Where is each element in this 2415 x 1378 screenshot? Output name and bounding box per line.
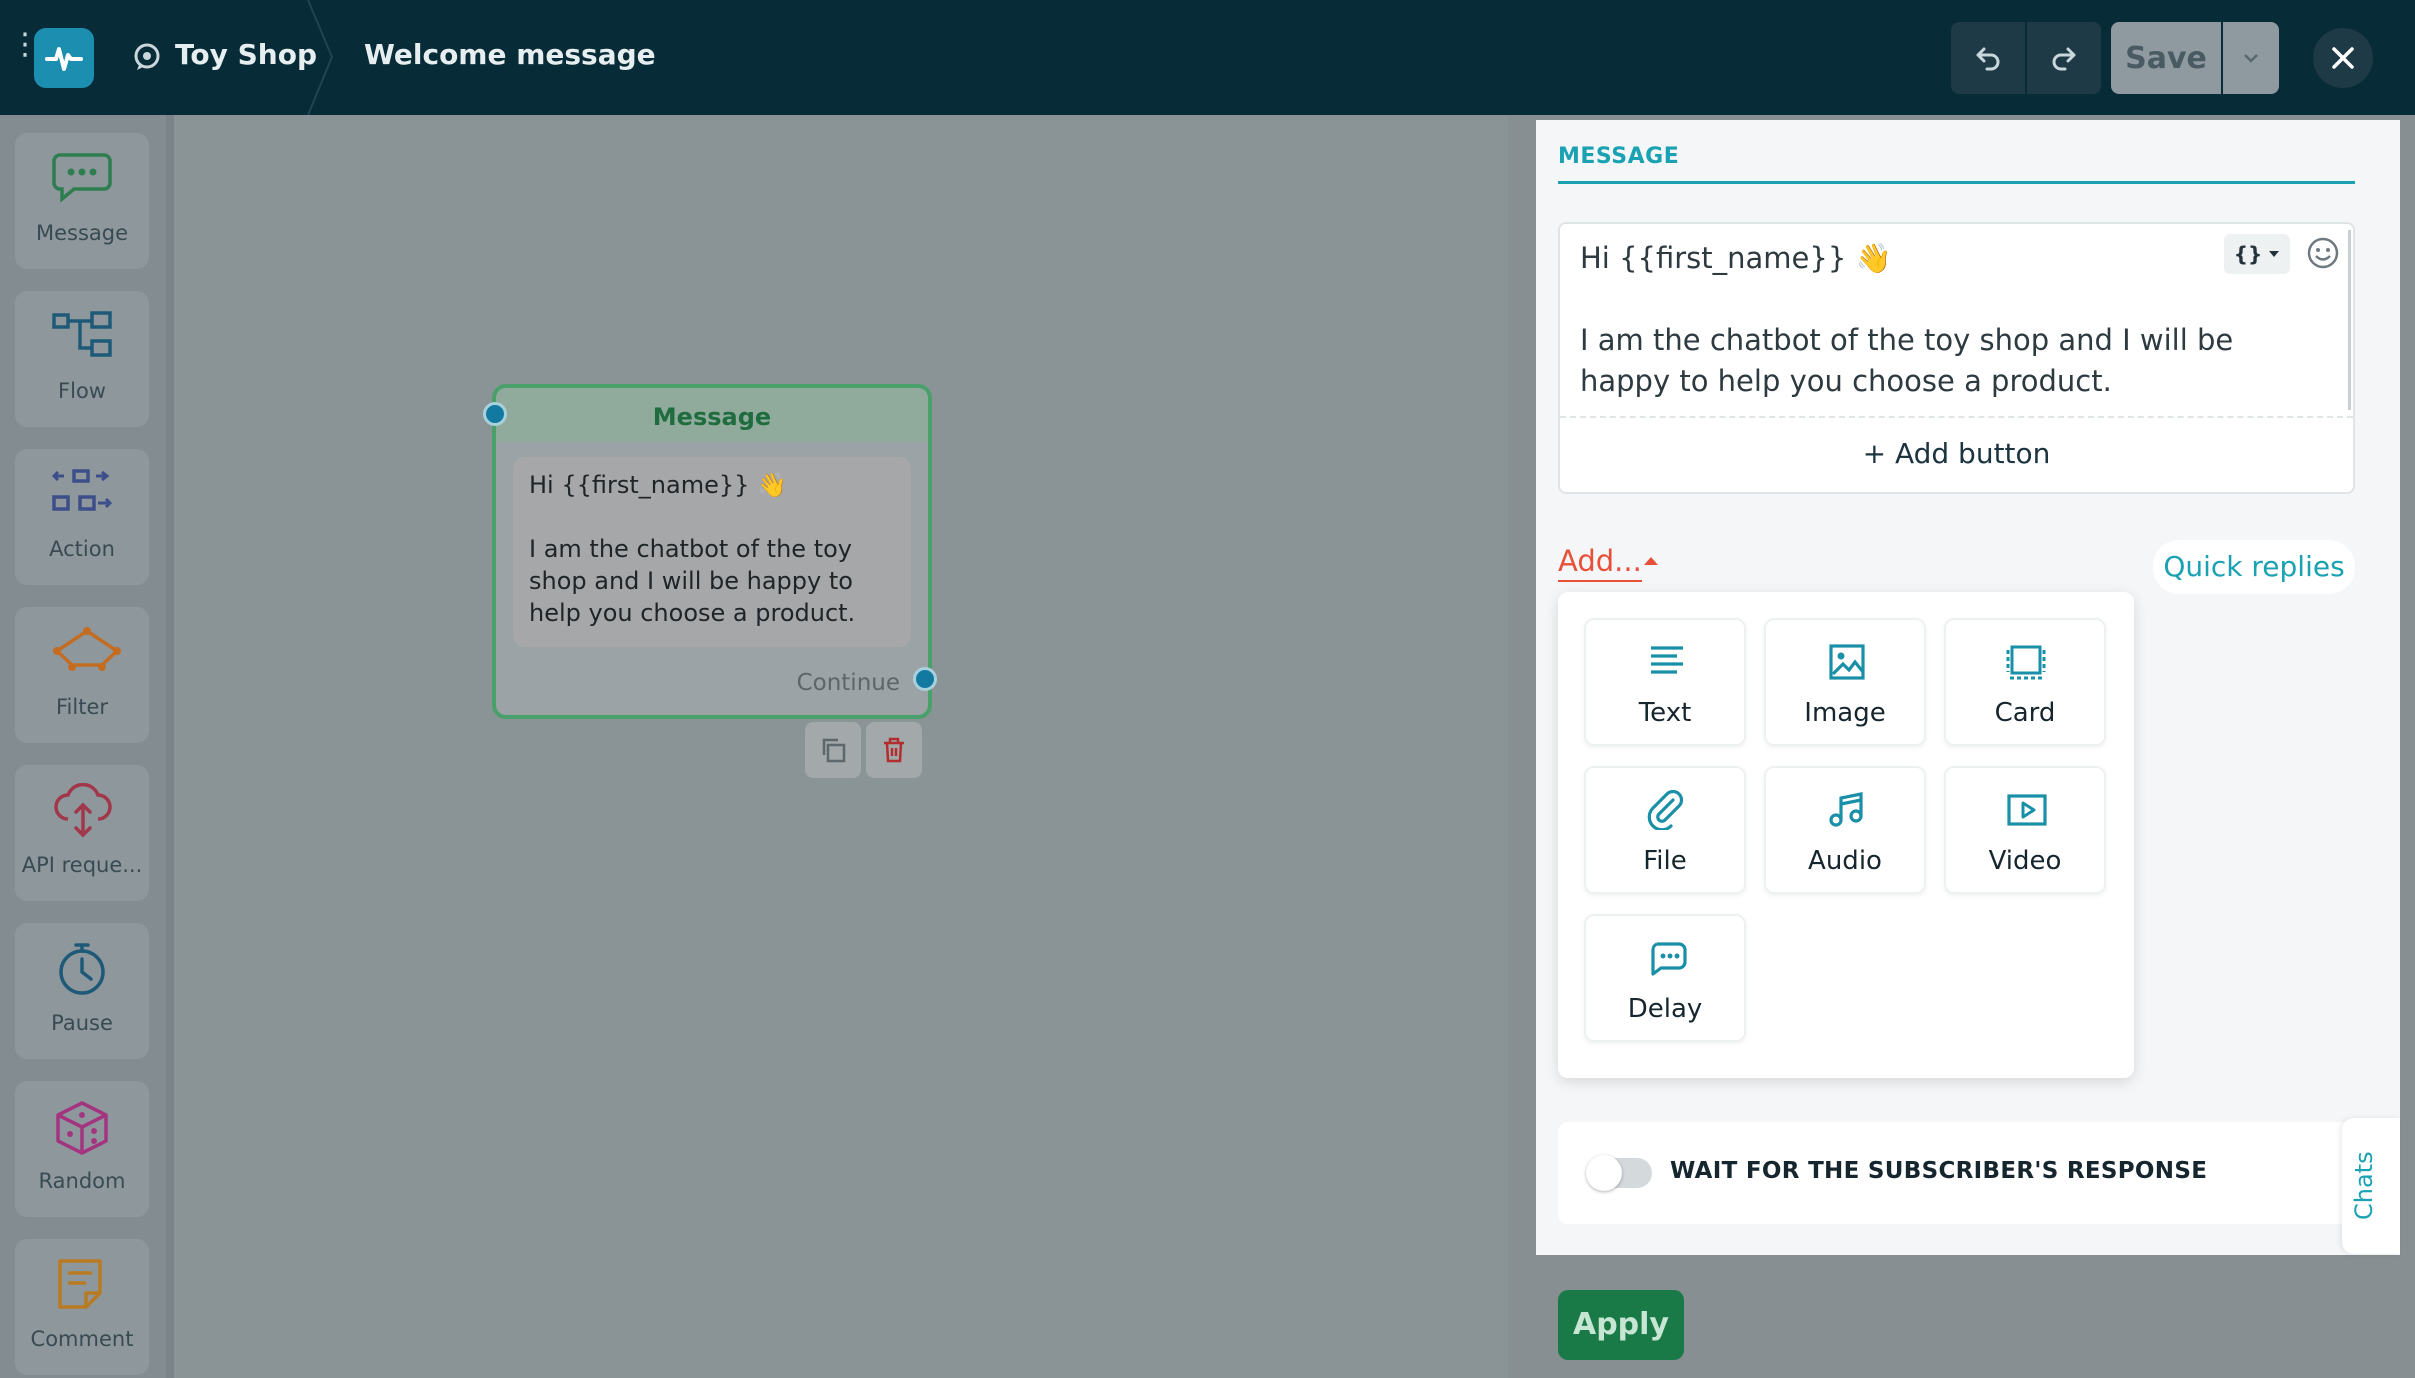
tool-pause[interactable]: Pause	[15, 923, 149, 1059]
message-node[interactable]: Message Hi {{first_name}} 👋 I am the cha…	[492, 384, 932, 719]
tool-filter[interactable]: Filter	[15, 607, 149, 743]
option-label: Audio	[1808, 846, 1882, 876]
dice-icon	[56, 1101, 108, 1155]
message-bubble-icon	[52, 153, 112, 203]
copy-icon	[822, 738, 846, 763]
message-editor: Hi {{first_name}} 👋 I am the chatbot of …	[1558, 222, 2355, 494]
option-label: File	[1643, 846, 1687, 876]
filter-icon	[53, 627, 121, 671]
option-label: Text	[1638, 698, 1692, 728]
add-image-option[interactable]: Image	[1764, 618, 1926, 746]
video-play-icon	[2007, 794, 2047, 826]
more-vertical-icon[interactable]: ⋮	[10, 30, 40, 74]
emoji-icon[interactable]	[2306, 236, 2340, 270]
add-file-option[interactable]: File	[1584, 766, 1746, 894]
trash-icon	[884, 737, 904, 763]
add-card-option[interactable]: Card	[1944, 618, 2106, 746]
action-icon	[52, 469, 113, 511]
duplicate-node-button[interactable]	[805, 722, 861, 778]
wait-response-toggle[interactable]	[1586, 1155, 1652, 1191]
tool-action[interactable]: Action	[15, 449, 149, 585]
tool-label: Message	[35, 221, 129, 245]
tool-label: Random	[38, 1169, 126, 1193]
chevron-down-icon	[2244, 54, 2258, 63]
option-label: Delay	[1627, 994, 1703, 1024]
node-message-text: Hi {{first_name}} 👋 I am the chatbot of …	[513, 457, 911, 647]
tool-message[interactable]: Message	[15, 133, 149, 269]
message-scrollbar[interactable]	[2348, 230, 2351, 410]
option-label: Card	[1994, 698, 2056, 728]
apply-button[interactable]: Apply	[1558, 1290, 1684, 1360]
tool-random[interactable]: Random	[15, 1081, 149, 1217]
option-label: Video	[1988, 846, 2062, 876]
wait-response-label: WAIT FOR THE SUBSCRIBER'S RESPONSE	[1670, 1158, 2208, 1184]
pulse-logo-icon	[45, 47, 83, 71]
typing-bubble-icon	[1651, 942, 1687, 976]
quick-replies-button[interactable]: Quick replies	[2153, 540, 2355, 594]
toggle-knob	[1586, 1155, 1622, 1191]
undo-icon	[1976, 47, 2000, 71]
caret-down-icon	[2269, 251, 2280, 257]
section-underline	[1558, 181, 2355, 184]
redo-icon	[2052, 47, 2076, 71]
message-text-field[interactable]: Hi {{first_name}} 👋 I am the chatbot of …	[1580, 238, 2260, 402]
insert-variable-button[interactable]: {}	[2224, 234, 2290, 274]
text-lines-icon	[1651, 646, 1683, 674]
tool-label: API reque...	[21, 853, 143, 877]
variable-braces-icon: {}	[2233, 242, 2263, 266]
option-label: Image	[1804, 698, 1886, 728]
redo-button[interactable]	[2027, 22, 2101, 94]
section-title: MESSAGE	[1558, 144, 1680, 169]
breadcrumb-flow-name[interactable]: Welcome message	[364, 38, 656, 71]
card-icon	[2006, 645, 2046, 680]
tool-label: Comment	[30, 1327, 134, 1351]
image-icon	[1829, 644, 1865, 680]
music-note-icon	[1829, 792, 1863, 827]
stopwatch-icon	[59, 943, 105, 995]
sidebar-divider	[166, 115, 174, 1378]
tool-label: Filter	[55, 695, 108, 719]
tool-label: Action	[49, 537, 115, 561]
add-audio-option[interactable]: Audio	[1764, 766, 1926, 894]
tool-label: Flow	[58, 379, 106, 403]
add-button[interactable]: + Add button	[1560, 416, 2353, 492]
tool-comment[interactable]: Comment	[15, 1239, 149, 1375]
tool-api-request[interactable]: API reque...	[15, 765, 149, 901]
tool-flow[interactable]: Flow	[15, 291, 149, 427]
node-continue-label: Continue	[796, 670, 900, 696]
app-logo[interactable]	[34, 28, 94, 88]
message-editor-panel: MESSAGE Hi {{first_name}} 👋 I am the cha…	[1536, 120, 2400, 1255]
undo-button[interactable]	[1951, 22, 2025, 94]
add-delay-option[interactable]: Delay	[1584, 914, 1746, 1042]
wait-response-row: WAIT FOR THE SUBSCRIBER'S RESPONSE	[1558, 1122, 2355, 1224]
chat-bubble-icon	[134, 43, 160, 70]
paperclip-icon	[1647, 790, 1684, 830]
add-content-menu: Text Image Card File Audio Video Delay	[1558, 592, 2134, 1078]
node-output-port[interactable]	[913, 667, 937, 691]
close-button[interactable]	[2313, 28, 2373, 88]
note-icon	[58, 1259, 102, 1309]
chats-tab-label: Chats	[2350, 1151, 2378, 1220]
save-options-button[interactable]	[2223, 22, 2279, 94]
breadcrumb-separator	[307, 0, 334, 115]
node-title: Message	[496, 388, 928, 442]
flow-icon	[52, 311, 112, 357]
breadcrumb-project[interactable]: Toy Shop	[175, 38, 317, 71]
delete-node-button[interactable]	[866, 722, 922, 778]
top-bar: ⋮ Toy Shop Welcome message Save	[0, 0, 2415, 115]
tool-label: Pause	[51, 1011, 113, 1035]
chats-tab[interactable]: Chats	[2342, 1118, 2400, 1254]
close-icon	[2332, 47, 2354, 69]
node-input-port[interactable]	[483, 402, 507, 426]
api-cloud-icon	[54, 783, 112, 838]
add-video-option[interactable]: Video	[1944, 766, 2106, 894]
caret-up-icon	[1644, 557, 1658, 565]
add-text-option[interactable]: Text	[1584, 618, 1746, 746]
add-content-dropdown[interactable]: Add...	[1558, 544, 1642, 582]
save-button[interactable]: Save	[2111, 22, 2221, 94]
